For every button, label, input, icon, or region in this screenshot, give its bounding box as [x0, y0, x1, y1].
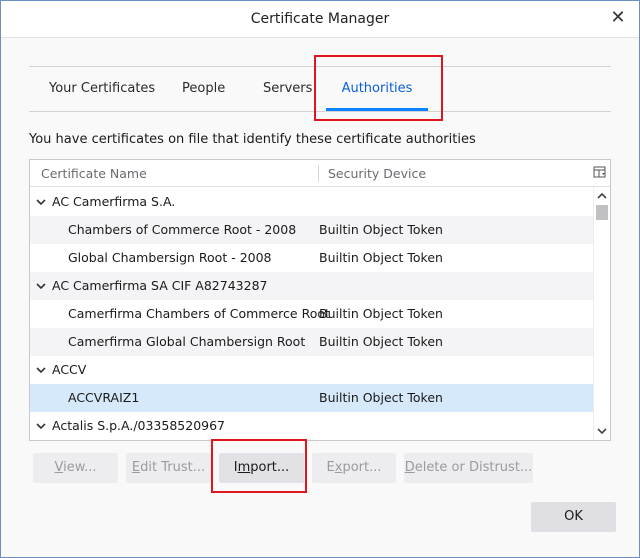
chevron-down-icon[interactable] [36, 421, 46, 431]
import-button[interactable]: Import... [219, 453, 304, 483]
authorities-description: You have certificates on file that ident… [29, 132, 476, 147]
dialog-title: Certificate Manager [250, 11, 390, 27]
tree-scrollbar[interactable] [593, 187, 610, 440]
column-separator[interactable] [318, 165, 319, 182]
tree-group-row[interactable]: ACCV [30, 356, 593, 384]
security-device: Builtin Object Token [319, 306, 443, 321]
group-name: Actalis S.p.A./03358520967 [52, 418, 226, 433]
tree-row[interactable]: Chambers of Commerce Root - 2008 Builtin … [30, 216, 593, 244]
certificate-name: Camerfirma Chambers of Commerce Root [68, 306, 330, 321]
tab-your-certificates[interactable]: Your Certificates [30, 67, 174, 111]
tree-row[interactable]: Camerfirma Global Chambersign Root Builti… [30, 328, 593, 356]
scroll-down-arrow-icon[interactable] [597, 427, 607, 435]
security-device: Builtin Object Token [319, 334, 443, 349]
tree-row[interactable]: ACCVRAIZ1 Builtin Object Token [30, 384, 593, 412]
tree-header: Certificate Name Security Device [30, 160, 610, 187]
certificate-manager-dialog: Certificate Manager ✕ Your Certificates … [0, 0, 640, 558]
scroll-up-arrow-icon[interactable] [597, 192, 607, 200]
certificate-name: ACCVRAIZ1 [68, 390, 140, 405]
certificate-name: Chambers of Commerce Root - 2008 [68, 222, 297, 237]
column-picker-icon[interactable] [593, 165, 607, 179]
tree-row[interactable]: Camerfirma Chambers of Commerce Root Buil… [30, 300, 593, 328]
close-icon[interactable]: ✕ [607, 7, 629, 29]
export-button[interactable]: Export... [312, 453, 396, 483]
column-certificate-name[interactable]: Certificate Name [41, 160, 147, 187]
group-name: ACCV [52, 362, 87, 377]
group-name: AC Camerfirma SA CIF A82743287 [52, 278, 268, 293]
certificate-name: Camerfirma Global Chambersign Root [68, 334, 306, 349]
group-name: AC Camerfirma S.A. [52, 194, 176, 209]
selected-tab-indicator [326, 108, 428, 111]
column-security-device[interactable]: Security Device [328, 160, 426, 187]
security-device: Builtin Object Token [319, 250, 443, 265]
chevron-down-icon[interactable] [36, 197, 46, 207]
chevron-down-icon[interactable] [36, 281, 46, 291]
tree-group-row[interactable]: AC Camerfirma S.A. [30, 188, 593, 216]
ok-button[interactable]: OK [531, 502, 616, 532]
tree-group-row[interactable]: Actalis S.p.A./03358520967 [30, 412, 593, 440]
chevron-down-icon[interactable] [36, 365, 46, 375]
tab-authorities[interactable]: Authorities [326, 67, 428, 111]
scrollbar-thumb[interactable] [596, 205, 608, 220]
certificate-tree[interactable]: Certificate Name Security Device AC Came… [29, 159, 611, 441]
tree-rows: AC Camerfirma S.A. Chambers of Commerce R… [30, 188, 593, 440]
certificate-name: Global Chambersign Root - 2008 [68, 250, 272, 265]
view-button[interactable]: View... [33, 453, 118, 483]
edit-trust-button[interactable]: Edit Trust... [126, 453, 211, 483]
security-device: Builtin Object Token [319, 390, 443, 405]
tabs-divider-bottom [29, 111, 611, 112]
tab-people[interactable]: People [163, 67, 244, 111]
tab-authorities-label: Authorities [341, 81, 413, 96]
security-device: Builtin Object Token [319, 222, 443, 237]
title-bar: Certificate Manager ✕ [1, 1, 639, 38]
tree-group-row[interactable]: AC Camerfirma SA CIF A82743287 [30, 272, 593, 300]
delete-or-distrust-button[interactable]: Delete or Distrust... [404, 453, 533, 483]
tree-row[interactable]: Global Chambersign Root - 2008 Builtin Ob… [30, 244, 593, 272]
tab-servers[interactable]: Servers [244, 67, 331, 111]
